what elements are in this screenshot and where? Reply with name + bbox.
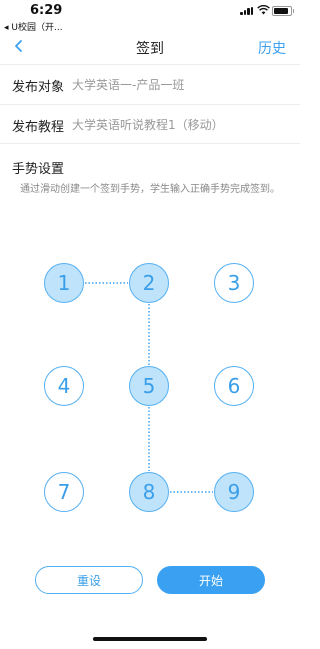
gesture-node-9[interactable]: 9 — [214, 472, 254, 512]
gesture-node-3[interactable]: 3 — [214, 263, 254, 303]
start-button[interactable]: 开始 — [157, 566, 265, 594]
gesture-node-4[interactable]: 4 — [44, 366, 84, 406]
gesture-node-7[interactable]: 7 — [44, 472, 84, 512]
home-indicator — [93, 637, 207, 641]
gesture-pad[interactable]: 1 2 3 4 5 6 7 8 9 — [0, 0, 300, 649]
gesture-node-1[interactable]: 1 — [44, 263, 84, 303]
gesture-node-2[interactable]: 2 — [129, 263, 169, 303]
reset-button[interactable]: 重设 — [35, 566, 143, 594]
gesture-node-5[interactable]: 5 — [129, 366, 169, 406]
gesture-node-8[interactable]: 8 — [129, 472, 169, 512]
gesture-node-6[interactable]: 6 — [214, 366, 254, 406]
gesture-path — [85, 282, 213, 493]
